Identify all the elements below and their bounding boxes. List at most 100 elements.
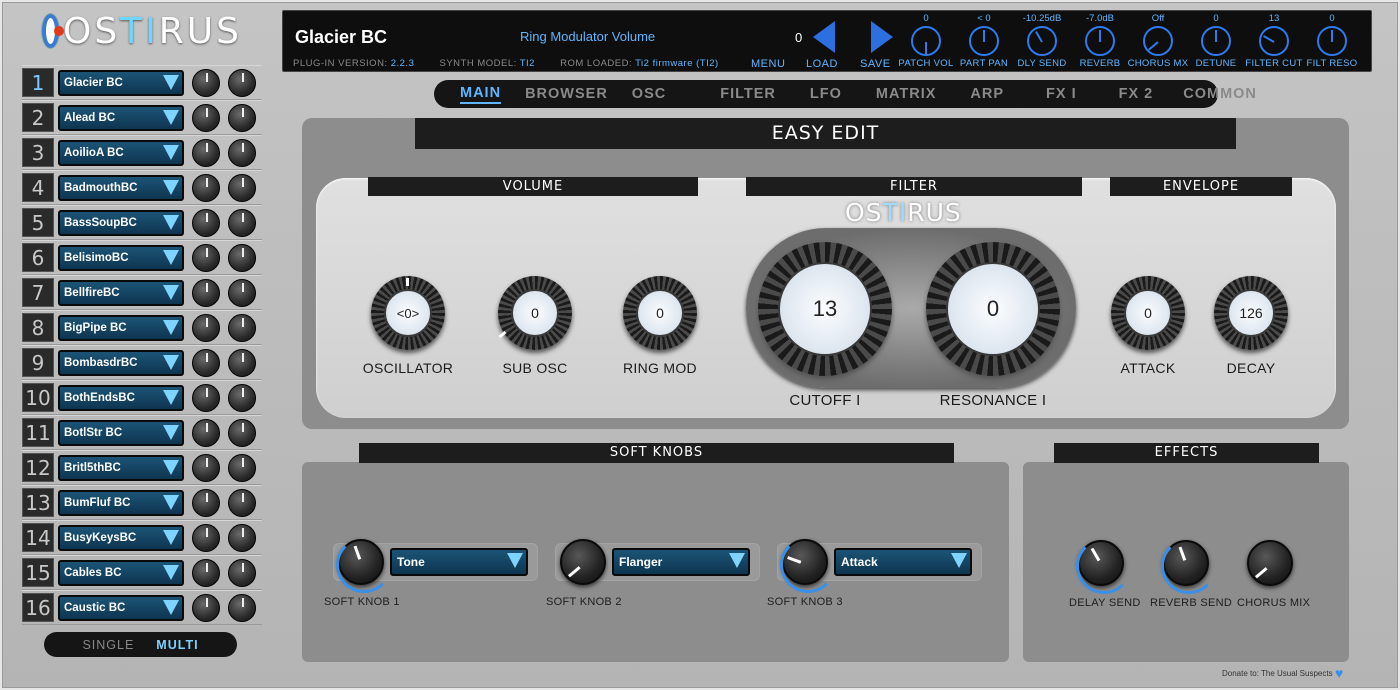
tab-fx-2[interactable]: FX 2 [1119, 86, 1154, 102]
part-volume-knob[interactable] [192, 523, 220, 552]
top-knob[interactable]: 0 DETUNE [1185, 13, 1247, 69]
part-preset-select[interactable]: BumFluf BC [58, 489, 184, 516]
part-row[interactable]: 13 BumFluf BC [22, 485, 262, 520]
part-volume-knob[interactable] [192, 138, 220, 167]
ring-mod-knob[interactable]: 0 [623, 276, 697, 350]
part-volume-knob[interactable] [192, 453, 220, 482]
top-knob[interactable]: 0 PATCH VOL [895, 13, 957, 69]
part-number[interactable]: 7 [22, 278, 54, 307]
part-preset-select[interactable]: BellfireBC [58, 279, 184, 306]
part-pan-knob[interactable] [228, 208, 256, 237]
delay-send-knob[interactable] [1076, 538, 1132, 594]
part-row[interactable]: 10 BothEndsBC [22, 380, 262, 415]
part-preset-select[interactable]: Alead BC [58, 104, 184, 131]
top-knob-dial[interactable] [969, 26, 999, 56]
part-number[interactable]: 16 [22, 593, 54, 622]
part-number[interactable]: 8 [22, 313, 54, 342]
part-pan-knob[interactable] [228, 173, 256, 202]
part-pan-knob[interactable] [228, 68, 256, 97]
part-volume-knob[interactable] [192, 593, 220, 622]
decay-knob[interactable]: 126 [1214, 276, 1288, 350]
part-preset-select[interactable]: BelisimoBC [58, 244, 184, 271]
next-patch-icon[interactable] [871, 21, 893, 53]
top-knob[interactable]: Off CHORUS MX [1127, 13, 1189, 69]
part-pan-knob[interactable] [228, 418, 256, 447]
soft-knob-2-knob[interactable] [560, 539, 606, 585]
part-preset-select[interactable]: BassSoupBC [58, 209, 184, 236]
part-row[interactable]: 11 BotlStr BC [22, 415, 262, 450]
part-volume-knob[interactable] [192, 313, 220, 342]
tab-browser[interactable]: BROWSER [525, 86, 608, 102]
part-volume-knob[interactable] [192, 348, 220, 377]
part-row[interactable]: 4 BadmouthBC [22, 170, 262, 205]
part-row[interactable]: 9 BombasdrBC [22, 345, 262, 380]
prev-patch-icon[interactable] [813, 21, 835, 53]
part-volume-knob[interactable] [192, 208, 220, 237]
tab-main[interactable]: MAIN [460, 85, 502, 104]
top-knob[interactable]: -10.25dB DLY SEND [1011, 13, 1073, 69]
mode-multi[interactable]: MULTI [156, 638, 198, 652]
chorus-mix-knob[interactable] [1247, 540, 1293, 586]
reverb-send-knob[interactable] [1161, 538, 1217, 594]
part-preset-select[interactable]: BothEndsBC [58, 384, 184, 411]
top-knob-dial[interactable] [1143, 26, 1173, 56]
part-row[interactable]: 7 BellfireBC [22, 275, 262, 310]
part-row[interactable]: 3 AoilioA BC [22, 135, 262, 170]
part-row[interactable]: 15 Cables BC [22, 555, 262, 590]
part-number[interactable]: 9 [22, 348, 54, 377]
part-pan-knob[interactable] [228, 488, 256, 517]
load-button[interactable]: LOAD [806, 58, 838, 70]
part-row[interactable]: 2 Alead BC [22, 100, 262, 135]
resonance-knob[interactable]: 0 [926, 242, 1060, 376]
tab-lfo[interactable]: LFO [810, 86, 842, 102]
part-volume-knob[interactable] [192, 278, 220, 307]
part-pan-knob[interactable] [228, 348, 256, 377]
part-pan-knob[interactable] [228, 383, 256, 412]
part-pan-knob[interactable] [228, 593, 256, 622]
part-preset-select[interactable]: Britl5thBC [58, 454, 184, 481]
soft-knob-1-knob[interactable] [336, 537, 392, 593]
part-volume-knob[interactable] [192, 488, 220, 517]
part-volume-knob[interactable] [192, 418, 220, 447]
part-number[interactable]: 14 [22, 523, 54, 552]
part-row[interactable]: 8 BigPipe BC [22, 310, 262, 345]
top-knob[interactable]: -7.0dB REVERB [1069, 13, 1131, 69]
part-number[interactable]: 4 [22, 173, 54, 202]
part-number[interactable]: 10 [22, 383, 54, 412]
part-preset-select[interactable]: AoilioA BC [58, 139, 184, 166]
tab-fx-i[interactable]: FX I [1046, 86, 1077, 102]
part-preset-select[interactable]: BadmouthBC [58, 174, 184, 201]
part-volume-knob[interactable] [192, 243, 220, 272]
part-row[interactable]: 6 BelisimoBC [22, 240, 262, 275]
part-preset-select[interactable]: BusyKeysBC [58, 524, 184, 551]
tab-common[interactable]: COMMON [1183, 86, 1257, 102]
attack-knob[interactable]: 0 [1111, 276, 1185, 350]
part-number[interactable]: 13 [22, 488, 54, 517]
save-button[interactable]: SAVE [860, 58, 891, 70]
soft-knob-1-select[interactable]: Tone [390, 548, 528, 576]
top-knob-dial[interactable] [1027, 26, 1057, 56]
part-preset-select[interactable]: BigPipe BC [58, 314, 184, 341]
part-volume-knob[interactable] [192, 558, 220, 587]
part-preset-select[interactable]: BotlStr BC [58, 419, 184, 446]
part-row[interactable]: 16 Caustic BC [22, 590, 262, 625]
tab-filter[interactable]: FILTER [720, 86, 776, 102]
top-knob-dial[interactable] [1317, 26, 1347, 56]
top-knob[interactable]: 13 FILTER CUT [1243, 13, 1305, 69]
top-knob-dial[interactable] [1259, 26, 1289, 56]
mode-toggle[interactable]: SINGLE MULTI [44, 632, 237, 657]
soft-knob-3-select[interactable]: Attack [834, 548, 972, 576]
part-row[interactable]: 1 Glacier BC [22, 65, 262, 100]
top-knob-dial[interactable] [911, 26, 941, 56]
soft-knob-2-select[interactable]: Flanger [612, 548, 750, 576]
part-pan-knob[interactable] [228, 103, 256, 132]
part-pan-knob[interactable] [228, 453, 256, 482]
part-number[interactable]: 11 [22, 418, 54, 447]
part-number[interactable]: 6 [22, 243, 54, 272]
part-volume-knob[interactable] [192, 68, 220, 97]
part-preset-select[interactable]: Cables BC [58, 559, 184, 586]
part-pan-knob[interactable] [228, 243, 256, 272]
part-row[interactable]: 5 BassSoupBC [22, 205, 262, 240]
oscillator-knob[interactable]: <0> [371, 276, 445, 350]
part-volume-knob[interactable] [192, 103, 220, 132]
